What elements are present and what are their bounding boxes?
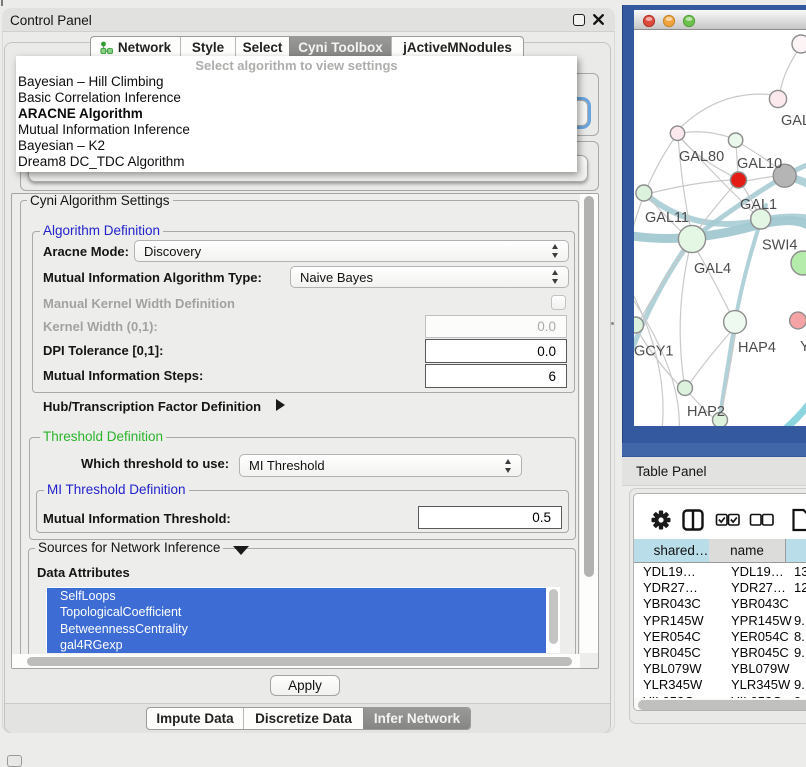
svg-text:HAP2: HAP2 — [687, 404, 725, 420]
svg-text:Y: Y — [800, 339, 806, 355]
svg-text:HAP4: HAP4 — [738, 340, 776, 356]
svg-text:SWI4: SWI4 — [762, 238, 797, 254]
svg-text:GAL10: GAL10 — [737, 156, 782, 172]
svg-text:GAL80: GAL80 — [679, 149, 724, 165]
svg-text:GAL11: GAL11 — [645, 210, 689, 226]
svg-text:GAL2: GAL2 — [781, 113, 806, 129]
svg-text:GAL4: GAL4 — [694, 261, 731, 277]
svg-text:GCY1: GCY1 — [634, 344, 674, 360]
svg-text:GAL1: GAL1 — [740, 197, 777, 213]
